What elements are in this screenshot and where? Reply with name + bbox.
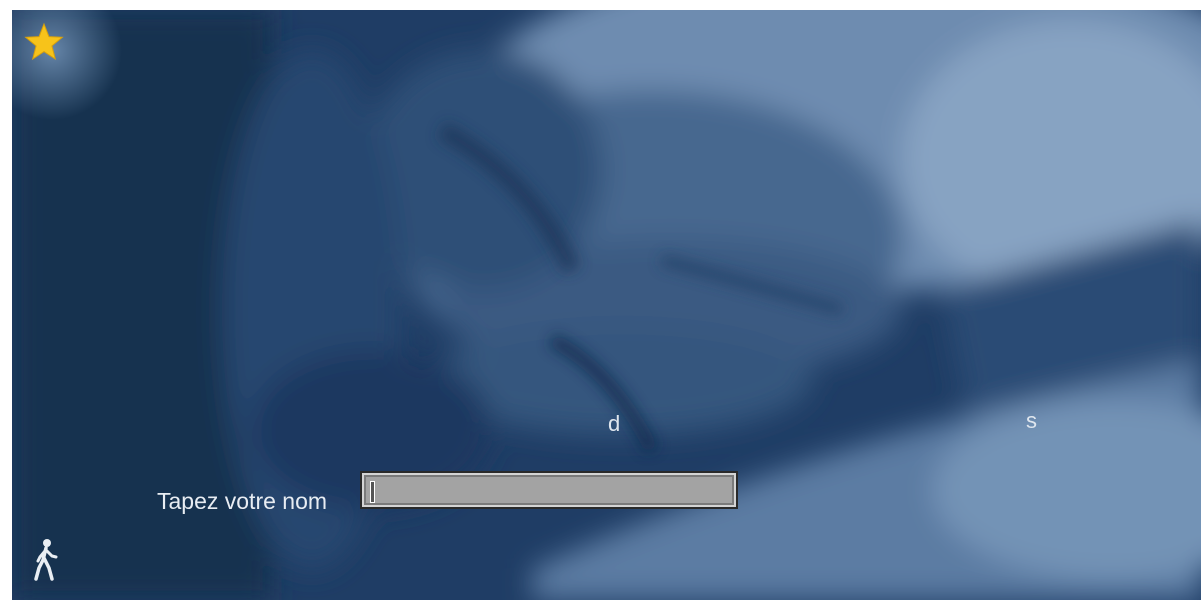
name-input[interactable] — [360, 471, 738, 509]
name-prompt-label: Tapez votre nom — [157, 488, 328, 514]
exit-button[interactable] — [32, 538, 60, 582]
letter-d[interactable]: d — [608, 411, 620, 437]
star-icon — [24, 22, 64, 61]
letter-s[interactable]: s — [1026, 408, 1037, 434]
walking-person-icon — [34, 539, 58, 581]
star-button[interactable] — [24, 22, 64, 62]
text-caret — [370, 481, 375, 503]
game-stage: d s Tapez votre nom — [12, 10, 1201, 600]
